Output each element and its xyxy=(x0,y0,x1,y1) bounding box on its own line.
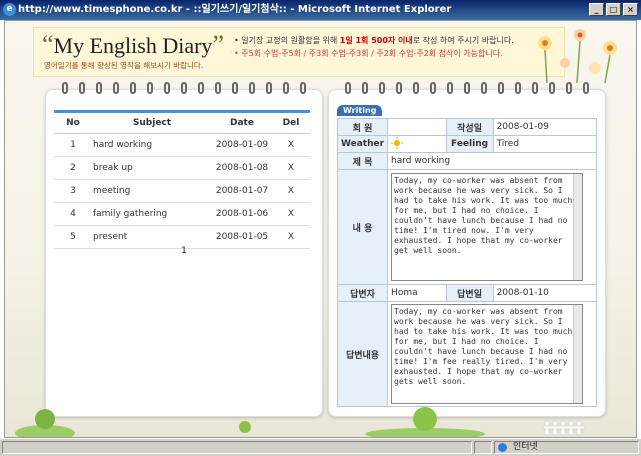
zone-indicator: 인터넷 xyxy=(494,441,639,454)
delete-button[interactable]: X xyxy=(272,156,310,180)
table-header-row: No Subject Date Del xyxy=(54,110,310,134)
answer-label: 답변내용 xyxy=(336,301,389,407)
flower-decoration-icon xyxy=(538,29,617,84)
table-row[interactable]: 3 meeting 2008-01-07 X xyxy=(54,179,310,203)
delete-button[interactable]: X xyxy=(272,179,310,203)
page-link[interactable]: 1 xyxy=(181,246,187,256)
content-textarea[interactable]: Today, my co-worker was absent from work… xyxy=(391,173,584,281)
globe-icon xyxy=(498,443,507,452)
answerer-label: 답변자 xyxy=(336,284,389,302)
subject-link[interactable]: hard working xyxy=(92,133,212,157)
answer-scrollbar[interactable] xyxy=(573,305,583,403)
weather-value xyxy=(387,135,447,153)
answer-date-label: 답변일 xyxy=(445,284,494,302)
title-label: 제 목 xyxy=(336,152,389,170)
writing-form: 회 원 작성일 2008-01-09 Weather Feeling Tired… xyxy=(336,118,598,407)
garden-decoration-icon xyxy=(15,407,586,437)
maximize-button[interactable]: □ xyxy=(606,3,621,16)
delete-button[interactable]: X xyxy=(272,133,310,157)
subject-link[interactable]: break up xyxy=(92,156,212,180)
status-text xyxy=(2,441,472,454)
answer-textarea[interactable]: Today, my co-worker was absent from work… xyxy=(391,304,584,404)
table-row[interactable]: 1 hard working 2008-01-09 X xyxy=(54,133,310,157)
answer-date-value: 2008-01-10 xyxy=(492,284,598,302)
window-controls: _ □ × xyxy=(589,3,638,16)
binder-rings xyxy=(46,82,322,96)
site-logo: “My English Diary” xyxy=(42,30,224,59)
member-value xyxy=(387,118,447,136)
col-subject: Subject xyxy=(92,110,212,134)
diary-list-panel: No Subject Date Del 1 hard working 2008-… xyxy=(45,82,323,417)
col-del: Del xyxy=(272,110,310,134)
writing-tab: Writing xyxy=(337,105,383,116)
minimize-button[interactable]: _ xyxy=(589,3,604,16)
content-label: 내 용 xyxy=(336,169,389,285)
delete-button[interactable]: X xyxy=(272,202,310,226)
header-subtitle: 영어일기를 통해 향상된 영작을 해보시기 바랍니다. xyxy=(44,61,204,70)
feeling-label: Feeling xyxy=(445,135,494,153)
col-no: No xyxy=(54,110,92,134)
diary-list-table: No Subject Date Del 1 hard working 2008-… xyxy=(54,110,310,249)
header-banner: “My English Diary” 영어일기를 통해 향상된 영작을 해보시기… xyxy=(33,27,565,77)
writing-panel: Writing 회 원 작성일 2008-01-09 Weather Feeli… xyxy=(328,82,606,417)
subject-link[interactable]: meeting xyxy=(92,179,212,203)
col-date: Date xyxy=(212,110,272,134)
binder-rings xyxy=(329,82,605,96)
sun-icon xyxy=(391,136,404,149)
subject-link[interactable]: family gathering xyxy=(92,202,212,226)
table-row[interactable]: 4 family gathering 2008-01-06 X xyxy=(54,202,310,226)
window-title: http://www.timesphone.co.kr - ::일기쓰기/일기첨… xyxy=(18,4,452,15)
page-content: “My English Diary” 영어일기를 통해 향상된 영작을 해보시기… xyxy=(4,20,637,438)
pagination: 1 xyxy=(46,246,322,256)
content-scrollbar[interactable] xyxy=(573,174,583,280)
window-titlebar: e http://www.timesphone.co.kr - ::일기쓰기/일… xyxy=(0,0,641,20)
feeling-value: Tired xyxy=(492,135,598,153)
member-label: 회 원 xyxy=(336,118,389,136)
header-notice: • 일기장 교정의 원활함을 위해 1일 1회 500자 이내로 작성 하여 주… xyxy=(234,36,514,58)
weather-label: Weather xyxy=(336,135,389,153)
status-bar: 인터넷 xyxy=(0,438,641,456)
title-value: hard working xyxy=(387,152,597,170)
written-date-label: 작성일 xyxy=(445,118,494,136)
answerer-value: Homa xyxy=(387,284,447,302)
table-row[interactable]: 2 break up 2008-01-08 X xyxy=(54,156,310,180)
written-date-value: 2008-01-09 xyxy=(492,118,598,136)
close-button[interactable]: × xyxy=(623,3,638,16)
ie-icon: e xyxy=(3,3,16,16)
